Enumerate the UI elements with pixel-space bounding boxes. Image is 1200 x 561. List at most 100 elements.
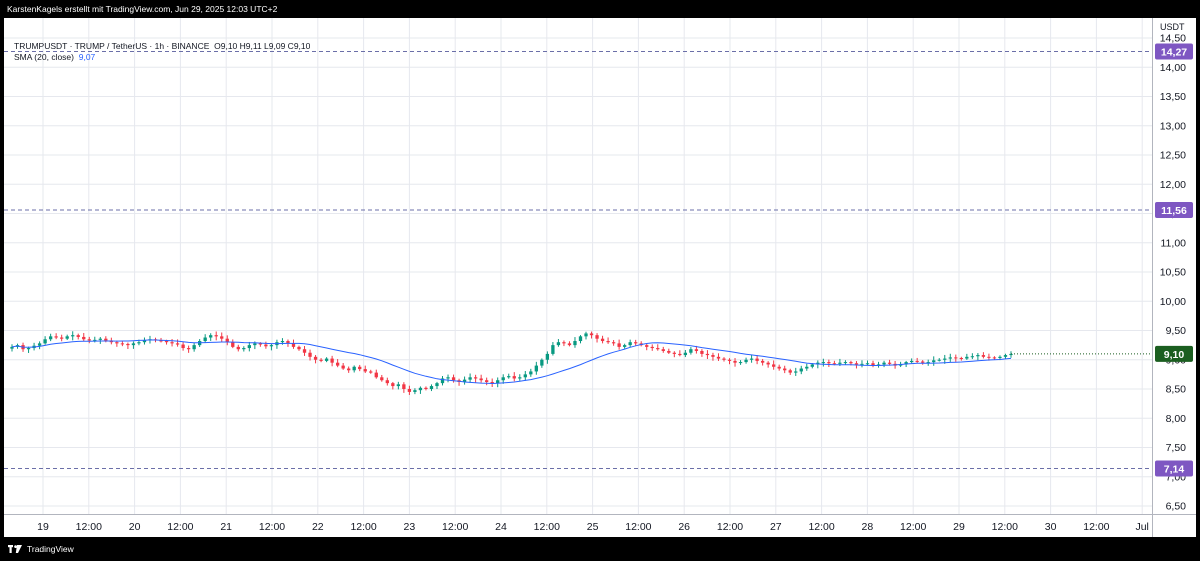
candle-body[interactable]: [849, 362, 853, 364]
candle-body[interactable]: [264, 344, 268, 347]
candle-body[interactable]: [932, 360, 936, 363]
candle-body[interactable]: [115, 342, 119, 344]
candle-body[interactable]: [380, 377, 384, 381]
candle-body[interactable]: [683, 352, 688, 356]
candlestick-chart[interactable]: 6,507,007,508,008,509,009,5010,0010,5011…: [4, 18, 1196, 537]
candle-body[interactable]: [60, 337, 64, 339]
candle-body[interactable]: [71, 335, 75, 337]
candle-body[interactable]: [496, 380, 500, 384]
candle-body[interactable]: [418, 387, 423, 391]
candle-body[interactable]: [512, 376, 516, 379]
candle-body[interactable]: [760, 360, 765, 363]
candle-body[interactable]: [48, 336, 53, 340]
candle-body[interactable]: [181, 344, 185, 349]
candle-body[interactable]: [716, 356, 721, 359]
candle-body[interactable]: [573, 341, 577, 346]
candle-body[interactable]: [600, 338, 605, 342]
candle-body[interactable]: [529, 371, 533, 375]
candle-body[interactable]: [556, 342, 561, 346]
candle-body[interactable]: [319, 359, 323, 361]
candle-body[interactable]: [43, 339, 47, 344]
candle-body[interactable]: [451, 377, 456, 381]
tradingview-logo[interactable]: TradingView: [8, 544, 74, 554]
candle-body[interactable]: [170, 342, 174, 344]
candle-body[interactable]: [865, 363, 870, 365]
candle-body[interactable]: [661, 349, 665, 351]
candle-body[interactable]: [882, 362, 886, 365]
candle-body[interactable]: [175, 343, 180, 345]
candle-body[interactable]: [772, 364, 776, 367]
candle-body[interactable]: [407, 389, 412, 392]
candle-body[interactable]: [909, 360, 914, 363]
candle-body[interactable]: [209, 335, 213, 338]
candle-body[interactable]: [617, 343, 621, 347]
candle-body[interactable]: [164, 341, 169, 343]
candle-body[interactable]: [313, 356, 318, 360]
candle-body[interactable]: [943, 358, 947, 360]
candle-body[interactable]: [854, 363, 859, 365]
candle-body[interactable]: [37, 343, 42, 346]
candle-body[interactable]: [347, 368, 351, 371]
candle-body[interactable]: [921, 361, 925, 363]
candle-body[interactable]: [335, 362, 340, 366]
candle-body[interactable]: [358, 366, 362, 370]
candle-body[interactable]: [700, 350, 704, 354]
candle-body[interactable]: [540, 359, 544, 366]
candle-body[interactable]: [954, 357, 958, 359]
candle-body[interactable]: [518, 377, 522, 379]
candle-body[interactable]: [827, 362, 831, 364]
candle-body[interactable]: [722, 358, 726, 360]
candle-body[interactable]: [280, 341, 285, 343]
candle-body[interactable]: [385, 380, 389, 384]
candle-body[interactable]: [413, 390, 417, 392]
candle-body[interactable]: [396, 384, 401, 387]
candle-body[interactable]: [126, 343, 130, 346]
candle-body[interactable]: [402, 384, 406, 389]
candle-body[interactable]: [860, 363, 864, 365]
candle-body[interactable]: [634, 342, 638, 344]
candle-body[interactable]: [324, 358, 329, 361]
candle-body[interactable]: [981, 355, 986, 357]
candle-body[interactable]: [253, 343, 257, 346]
candle-body[interactable]: [578, 336, 583, 342]
candle-body[interactable]: [832, 363, 837, 365]
candle-body[interactable]: [589, 333, 594, 336]
candle-body[interactable]: [391, 383, 395, 387]
candle-body[interactable]: [705, 353, 710, 356]
candle-body[interactable]: [843, 362, 848, 364]
candle-body[interactable]: [965, 356, 969, 359]
candle-body[interactable]: [595, 335, 599, 339]
candle-body[interactable]: [915, 360, 919, 362]
candle-body[interactable]: [231, 342, 235, 347]
candle-body[interactable]: [810, 364, 814, 367]
candle-body[interactable]: [678, 353, 682, 356]
candle-body[interactable]: [374, 372, 378, 378]
candle-body[interactable]: [777, 366, 781, 369]
candle-body[interactable]: [694, 349, 699, 351]
chart-area[interactable]: 6,507,007,508,008,509,009,5010,0010,5011…: [4, 18, 1196, 537]
candle-body[interactable]: [937, 359, 941, 361]
sma-legend[interactable]: SMA (20, close) 9,07: [14, 52, 310, 63]
candle-body[interactable]: [26, 348, 31, 350]
candle-body[interactable]: [622, 345, 627, 347]
candle-body[interactable]: [711, 355, 715, 357]
candle-body[interactable]: [131, 343, 136, 346]
candle-body[interactable]: [805, 366, 809, 369]
candle-body[interactable]: [650, 346, 654, 349]
candle-body[interactable]: [485, 380, 489, 382]
candle-body[interactable]: [220, 336, 224, 339]
candle-body[interactable]: [104, 338, 108, 341]
candle-body[interactable]: [473, 377, 478, 379]
candle-body[interactable]: [137, 342, 141, 344]
candle-body[interactable]: [838, 362, 842, 364]
candle-body[interactable]: [689, 349, 693, 353]
candle-body[interactable]: [970, 356, 975, 358]
candle-body[interactable]: [87, 339, 91, 341]
candle-body[interactable]: [584, 333, 588, 337]
candle-body[interactable]: [545, 353, 550, 360]
candle-body[interactable]: [120, 343, 125, 345]
candle-body[interactable]: [534, 365, 538, 372]
candle-body[interactable]: [214, 335, 218, 337]
candle-body[interactable]: [799, 368, 803, 372]
candle-body[interactable]: [744, 359, 748, 363]
